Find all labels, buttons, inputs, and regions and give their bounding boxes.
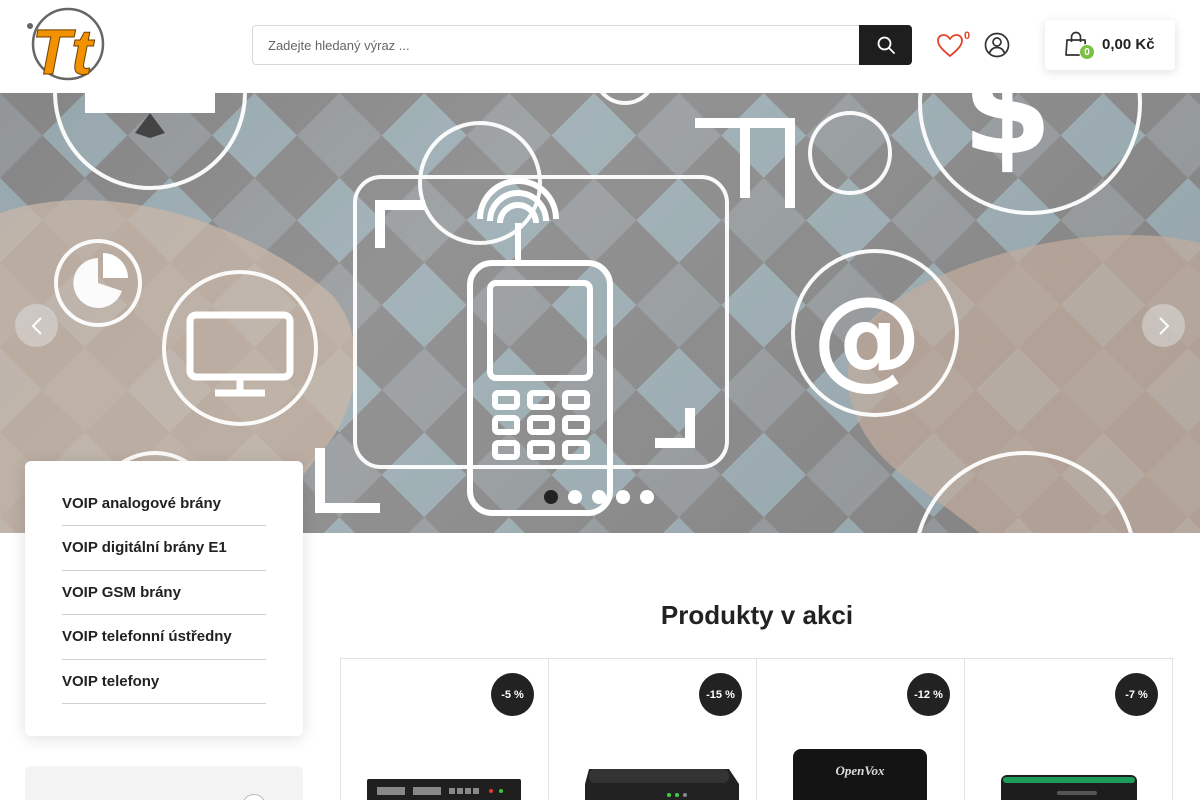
section-title: Produkty v akci — [660, 600, 854, 630]
slider-dot-5[interactable] — [640, 490, 654, 504]
search-bar — [252, 25, 912, 65]
category-item-voip-phones[interactable]: VOIP telefony — [62, 660, 266, 704]
category-item-voip-gsm-gateways[interactable]: VOIP GSM brány — [62, 571, 266, 615]
svg-text:$: $ — [962, 93, 1052, 184]
user-icon — [984, 32, 1010, 58]
search-input[interactable] — [252, 25, 860, 65]
discount-badge: -5 % — [491, 673, 534, 716]
slider-dot-3[interactable] — [592, 490, 606, 504]
product-card[interactable]: -12 % OpenVox — [757, 659, 965, 800]
svg-text:OpenVox: OpenVox — [835, 763, 885, 778]
product-image — [585, 769, 739, 800]
discount-badge: -7 % — [1115, 673, 1158, 716]
wishlist-button[interactable]: 0 — [936, 30, 976, 62]
cart-total: 0,00 Kč — [1102, 36, 1155, 53]
product-card[interactable]: -5 % — [341, 659, 549, 800]
site-logo[interactable]: Tt — [26, 6, 106, 89]
discount-badge: -15 % — [699, 673, 742, 716]
product-image — [367, 779, 521, 800]
product-card[interactable]: -15 % — [549, 659, 757, 800]
svg-text:@: @ — [812, 273, 922, 401]
slider-dot-2[interactable] — [568, 490, 582, 504]
discount-badge: -12 % — [907, 673, 950, 716]
product-image: OpenVox — [793, 749, 927, 800]
secondary-panel — [25, 766, 303, 800]
category-item-voip-analog-gateways[interactable]: VOIP analogové brány — [62, 481, 266, 526]
logo-text: Tt — [32, 16, 95, 84]
slider-dots — [544, 490, 654, 504]
product-list: -5 % -15 % -12 % OpenVox -7 % — [340, 658, 1174, 800]
search-button[interactable] — [859, 25, 912, 65]
panel-toggle-button[interactable] — [242, 794, 266, 800]
product-card[interactable]: -7 % — [965, 659, 1173, 800]
product-image — [1001, 775, 1137, 800]
chevron-left-icon — [31, 316, 42, 335]
search-icon — [877, 36, 895, 54]
slider-dot-4[interactable] — [616, 490, 630, 504]
cart-button[interactable]: 0 0,00 Kč — [1045, 20, 1175, 70]
category-item-voip-digital-gateways-e1[interactable]: VOIP digitální brány E1 — [62, 526, 266, 571]
chevron-right-icon — [1158, 316, 1169, 335]
slider-prev-button[interactable] — [15, 304, 58, 347]
slider-dot-1[interactable] — [544, 490, 558, 504]
category-menu: VOIP analogové brány VOIP digitální brán… — [25, 461, 303, 736]
wishlist-count: 0 — [964, 30, 971, 42]
cart-count-badge: 0 — [1079, 44, 1095, 60]
heart-icon — [937, 34, 963, 57]
category-item-voip-pbx[interactable]: VOIP telefonní ústředny — [62, 615, 266, 660]
site-header: Tt 0 0 0,00 Kč — [0, 0, 1200, 93]
slider-next-button[interactable] — [1142, 304, 1185, 347]
account-button[interactable] — [983, 31, 1011, 59]
